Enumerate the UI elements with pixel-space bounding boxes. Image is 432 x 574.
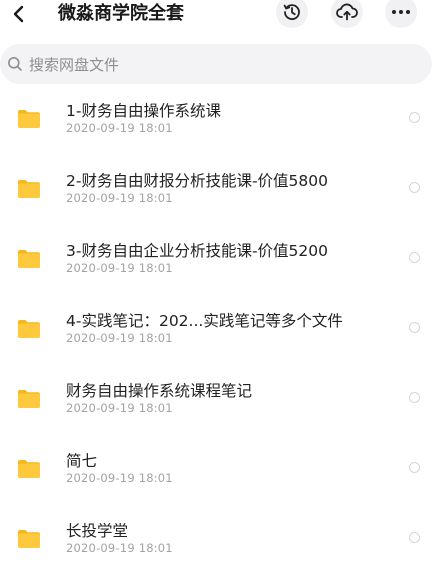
- select-checkbox[interactable]: [409, 392, 420, 403]
- top-bar: 微淼商学院全套: [0, 0, 432, 36]
- select-checkbox[interactable]: [409, 182, 420, 193]
- back-button[interactable]: [6, 0, 32, 28]
- file-name: 1-财务自由操作系统课: [66, 102, 221, 120]
- select-checkbox[interactable]: [409, 322, 420, 333]
- list-item[interactable]: 4-实践笔记：202...实践笔记等多个文件 2020-09-19 18:01: [0, 294, 432, 364]
- list-item[interactable]: 3-财务自由企业分析技能课-价值5200 2020-09-19 18:01: [0, 224, 432, 294]
- select-checkbox[interactable]: [409, 112, 420, 123]
- list-item[interactable]: 财务自由操作系统课程笔记 2020-09-19 18:01: [0, 364, 432, 434]
- folder-icon: [18, 320, 40, 338]
- list-item[interactable]: 1-财务自由操作系统课 2020-09-19 18:01: [0, 84, 432, 154]
- history-clock-icon: [283, 4, 300, 20]
- file-date: 2020-09-19 18:01: [66, 541, 173, 555]
- search-icon: [7, 56, 23, 72]
- file-name: 长投学堂: [66, 522, 129, 540]
- file-name: 2-财务自由财报分析技能课-价值5800: [66, 172, 328, 190]
- file-date: 2020-09-19 18:01: [66, 121, 173, 135]
- folder-icon: [18, 180, 40, 198]
- file-date: 2020-09-19 18:01: [66, 191, 173, 205]
- file-name: 简七: [66, 452, 98, 470]
- folder-icon: [18, 530, 40, 548]
- chevron-left-icon: [13, 5, 24, 23]
- folder-icon: [18, 110, 40, 128]
- file-date: 2020-09-19 18:01: [66, 331, 173, 345]
- file-name: 财务自由操作系统课程笔记: [66, 382, 253, 400]
- folder-icon: [18, 250, 40, 268]
- file-date: 2020-09-19 18:01: [66, 261, 173, 275]
- file-name: 3-财务自由企业分析技能课-价值5200: [66, 242, 328, 260]
- more-dots-icon: [392, 10, 410, 14]
- select-checkbox[interactable]: [409, 532, 420, 543]
- file-name: 4-实践笔记：202...实践笔记等多个文件: [66, 312, 343, 330]
- history-button[interactable]: [276, 0, 308, 28]
- more-button[interactable]: [385, 0, 417, 28]
- file-list: 1-财务自由操作系统课 2020-09-19 18:01 2-财务自由财报分析技能课…: [0, 84, 432, 574]
- search-input[interactable]: 搜索网盘文件: [0, 44, 432, 84]
- search-placeholder: 搜索网盘文件: [29, 55, 120, 74]
- file-date: 2020-09-19 18:01: [66, 471, 173, 485]
- folder-icon: [18, 460, 40, 478]
- select-checkbox[interactable]: [409, 252, 420, 263]
- cloud-upload-icon: [336, 3, 358, 21]
- file-date: 2020-09-19 18:01: [66, 401, 173, 415]
- cloud-upload-button[interactable]: [331, 0, 363, 28]
- folder-icon: [18, 390, 40, 408]
- list-item[interactable]: 长投学堂 2020-09-19 18:01: [0, 504, 432, 574]
- list-item[interactable]: 简七 2020-09-19 18:01: [0, 434, 432, 504]
- list-item[interactable]: 2-财务自由财报分析技能课-价值5800 2020-09-19 18:01: [0, 154, 432, 224]
- select-checkbox[interactable]: [409, 462, 420, 473]
- page-title: 微淼商学院全套: [58, 3, 184, 24]
